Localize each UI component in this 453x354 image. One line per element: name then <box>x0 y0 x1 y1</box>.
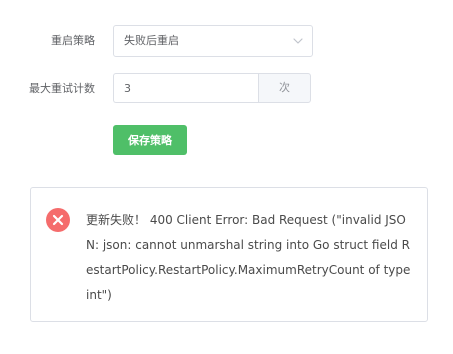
restart-policy-label: 重启策略 <box>51 34 95 47</box>
chevron-down-icon <box>293 38 303 44</box>
restart-policy-selected-value: 失败后重启 <box>124 34 179 47</box>
restart-policy-select[interactable]: 失败后重启 <box>113 25 313 57</box>
save-policy-button[interactable]: 保存策略 <box>113 125 187 155</box>
restart-policy-row: 重启策略 失败后重启 <box>0 25 453 57</box>
max-retry-input[interactable] <box>113 73 258 103</box>
error-circle-icon <box>46 208 70 232</box>
max-retry-input-group: 次 <box>113 73 311 103</box>
restart-policy-page: 重启策略 失败后重启 最大重试计数 次 保存策略 更新失败！ 400 Clien… <box>0 0 453 354</box>
error-alert: 更新失败！ 400 Client Error: Bad Request ("in… <box>30 187 428 322</box>
max-retry-label: 最大重试计数 <box>29 82 95 95</box>
error-message: 更新失败！ 400 Client Error: Bad Request ("in… <box>86 213 411 302</box>
max-retry-row: 最大重试计数 次 <box>0 73 453 105</box>
max-retry-unit: 次 <box>258 73 311 103</box>
